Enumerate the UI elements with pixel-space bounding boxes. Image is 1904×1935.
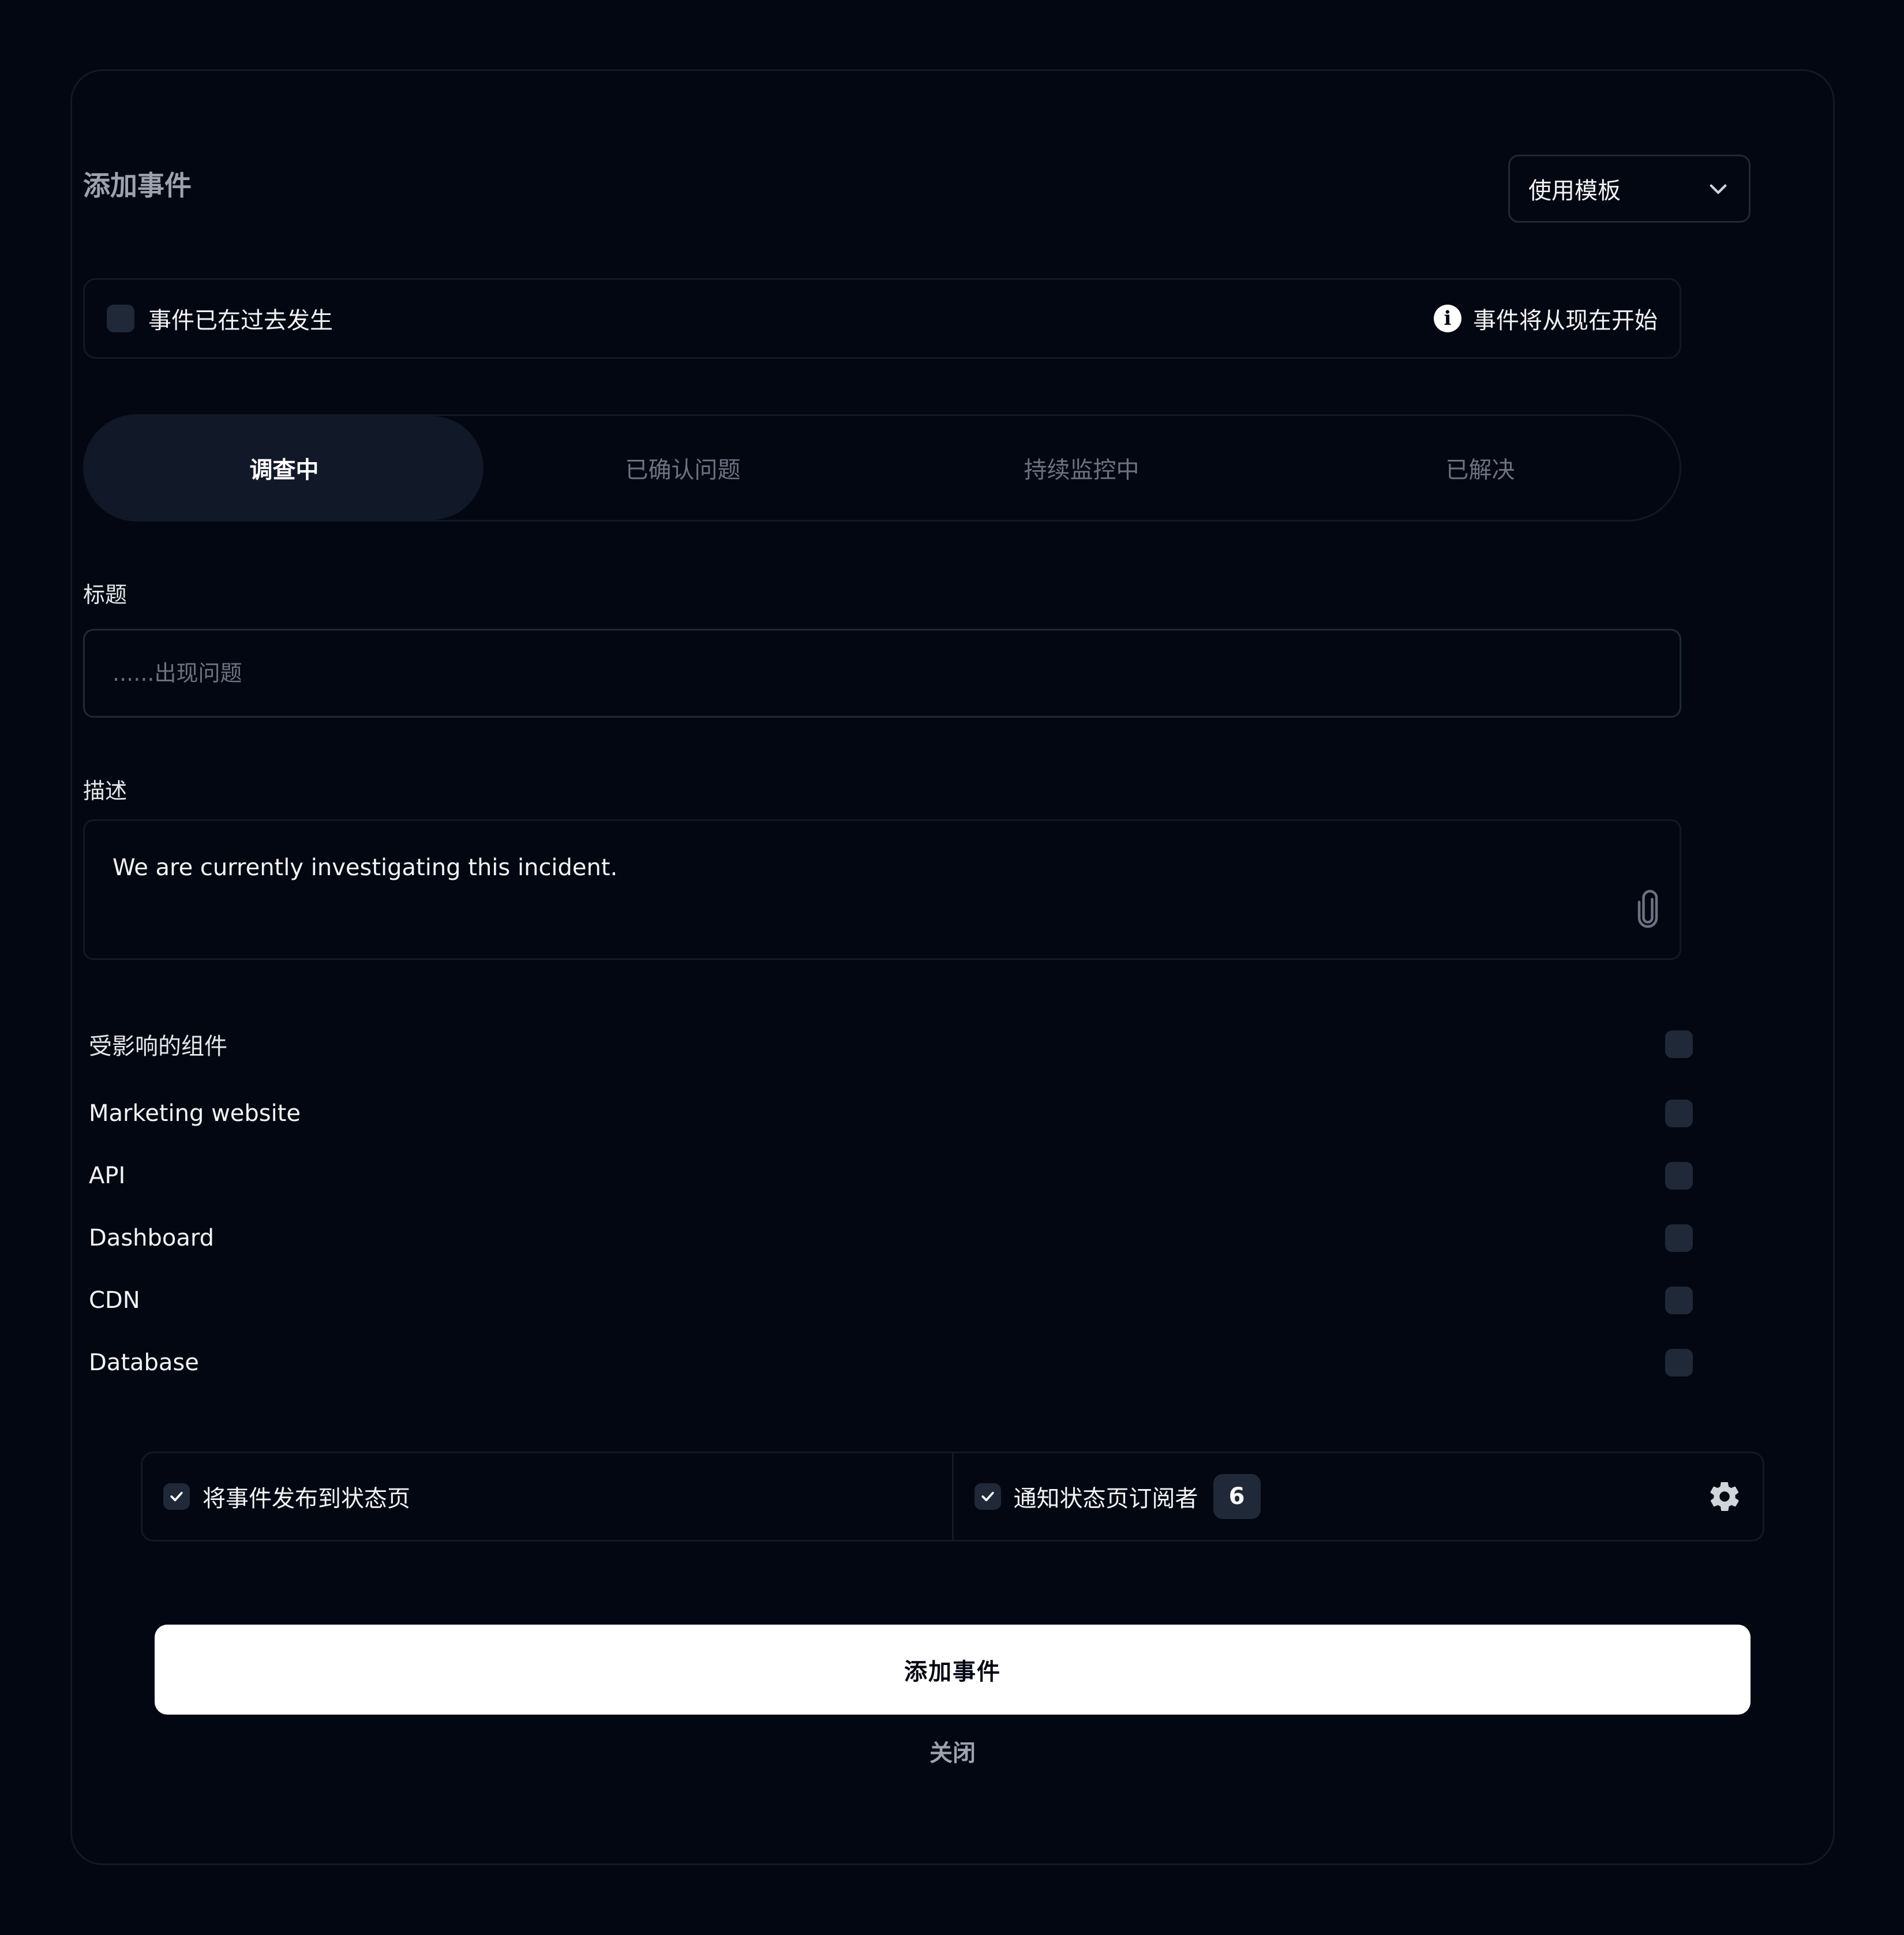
tab-identified[interactable]: 已确认问题: [484, 416, 882, 520]
status-tabs: 调查中 已确认问题 持续监控中 已解决: [83, 414, 1681, 522]
template-select[interactable]: 使用模板: [1508, 155, 1751, 223]
check-icon: [170, 1491, 183, 1502]
modal-title: 添加事件: [83, 170, 192, 202]
component-label: API: [89, 1162, 126, 1189]
components-header-row: 受影响的组件: [83, 1027, 1696, 1062]
component-toggle[interactable]: [1665, 1349, 1693, 1377]
chevron-down-icon: [1710, 184, 1727, 194]
component-label: CDN: [89, 1287, 140, 1314]
component-toggle[interactable]: [1665, 1100, 1693, 1127]
past-event-row: 事件已在过去发生 i 事件将从现在开始: [83, 278, 1681, 359]
past-event-label: 事件已在过去发生: [148, 308, 333, 334]
tab-investigating[interactable]: 调查中: [85, 416, 484, 520]
component-label: Dashboard: [89, 1225, 215, 1251]
publish-to-status-page[interactable]: 将事件发布到状态页: [143, 1453, 952, 1540]
component-toggle[interactable]: [1665, 1287, 1693, 1314]
check-icon: [981, 1491, 994, 1502]
component-row: CDN: [83, 1283, 1696, 1318]
component-label: Database: [89, 1349, 199, 1376]
publish-label: 将事件发布到状态页: [203, 1486, 410, 1512]
start-now-text: 事件将从现在开始: [1473, 308, 1658, 334]
template-select-label: 使用模板: [1528, 178, 1621, 204]
component-row: Dashboard: [83, 1221, 1696, 1255]
component-toggle[interactable]: [1665, 1224, 1693, 1252]
tab-monitoring[interactable]: 持续监控中: [882, 416, 1281, 520]
notify-subscribers-label: 通知状态页订阅者: [1013, 1486, 1198, 1512]
notify-bar: 将事件发布到状态页 通知状态页订阅者 6: [141, 1452, 1764, 1542]
components-header: 受影响的组件: [89, 1033, 227, 1060]
title-input[interactable]: [83, 629, 1681, 718]
component-toggle[interactable]: [1665, 1162, 1693, 1190]
past-event-toggle[interactable]: [107, 305, 134, 332]
start-now-info: i 事件将从现在开始: [1434, 302, 1658, 335]
paperclip-icon[interactable]: [1633, 889, 1662, 929]
info-icon: i: [1434, 305, 1461, 332]
component-row: API: [83, 1158, 1696, 1193]
subscriber-count-badge: 6: [1213, 1474, 1261, 1519]
component-row: Database: [83, 1345, 1696, 1380]
notify-subscribers-checkbox[interactable]: [974, 1483, 1001, 1510]
notify-subscribers[interactable]: 通知状态页订阅者 6: [951, 1453, 1763, 1540]
description-text: We are currently investigating this inci…: [113, 854, 618, 881]
publish-checkbox[interactable]: [163, 1483, 190, 1510]
gear-icon[interactable]: [1707, 1479, 1742, 1514]
title-field-label: 标题: [83, 582, 128, 608]
tab-resolved[interactable]: 已解决: [1281, 416, 1680, 520]
description-field-label: 描述: [83, 778, 128, 804]
description-textarea[interactable]: We are currently investigating this inci…: [83, 819, 1681, 960]
component-row: Marketing website: [83, 1096, 1696, 1131]
select-all-components-toggle[interactable]: [1665, 1030, 1693, 1058]
close-button[interactable]: 关闭: [155, 1734, 1751, 1768]
add-incident-button[interactable]: 添加事件: [155, 1625, 1751, 1715]
component-label: Marketing website: [89, 1100, 301, 1127]
